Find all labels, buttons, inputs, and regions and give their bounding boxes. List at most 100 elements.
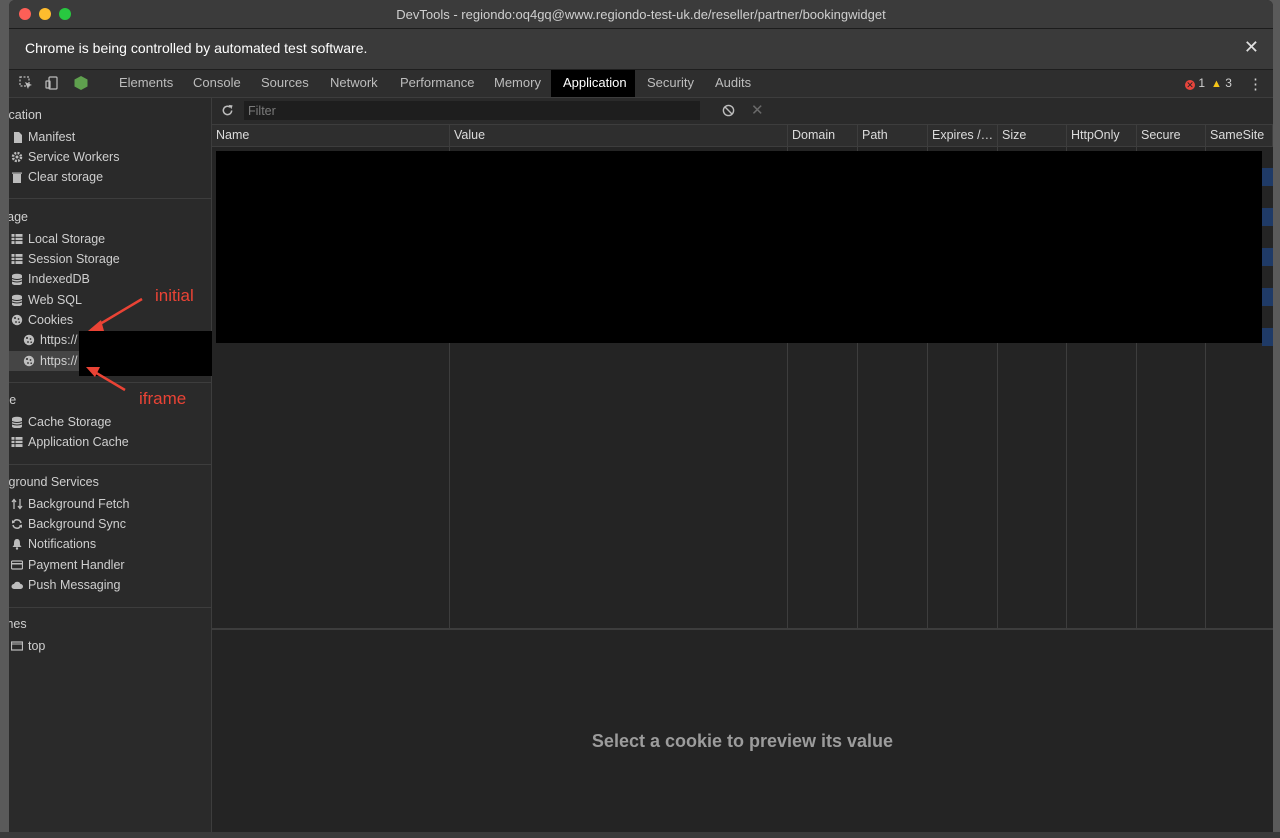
tab-sources[interactable]: Sources bbox=[249, 70, 316, 97]
warning-icon: ▲ bbox=[1211, 78, 1222, 90]
tab-memory[interactable]: Memory bbox=[482, 70, 549, 97]
column-header-domain[interactable]: Domain bbox=[788, 125, 858, 146]
grid-icon bbox=[11, 254, 23, 265]
selected-row-stripe bbox=[1262, 168, 1273, 186]
sidebar-item-top[interactable]: top bbox=[9, 636, 211, 656]
sidebar-item-label: Service Workers bbox=[28, 150, 120, 165]
database-icon bbox=[11, 294, 23, 306]
column-header-value[interactable]: Value bbox=[450, 125, 788, 146]
sidebar-item-label: Cache Storage bbox=[28, 415, 112, 429]
sidebar-item-label: top bbox=[28, 639, 46, 653]
redacted-cookie-rows bbox=[216, 151, 1262, 343]
trash-icon bbox=[12, 172, 22, 184]
cookie-icon bbox=[11, 314, 23, 325]
cookies-table-header: Name Value Domain Path Expires /… Size HttpOnl… bbox=[212, 125, 1273, 147]
column-header-expires[interactable]: Expires /… bbox=[928, 125, 998, 146]
sidebar-item-clear-storage[interactable]: Clear storage bbox=[9, 167, 211, 187]
sidebar-item-application-cache[interactable]: Application Cache bbox=[9, 432, 211, 452]
warning-count-value: 3 bbox=[1225, 76, 1232, 90]
sidebar-item-local-storage[interactable]: Local Storage bbox=[9, 229, 211, 249]
sidebar-item-notifications[interactable]: Notifications bbox=[9, 534, 211, 554]
selected-row-stripe bbox=[1262, 288, 1273, 306]
tab-audits[interactable]: Audits bbox=[703, 70, 763, 97]
window-title: DevTools - regiondo:oq4gq@www.regiondo-t… bbox=[396, 7, 886, 22]
sidebar-item-label: Clear storage bbox=[28, 170, 104, 185]
sidebar-item-label: Notifications bbox=[28, 537, 97, 552]
sidebar-item-session-storage[interactable]: Session Storage bbox=[9, 249, 211, 269]
grid-icon bbox=[11, 437, 23, 448]
sidebar-item-label: Web SQL bbox=[28, 292, 82, 307]
infobar-close-icon[interactable]: ✕ bbox=[1244, 37, 1259, 58]
refresh-icon[interactable] bbox=[221, 104, 234, 117]
cloud-icon bbox=[11, 581, 23, 589]
devtools-tabbar: Elements Console Sources Network Performance… bbox=[9, 70, 1273, 98]
sidebar-item-label: Session Storage bbox=[28, 252, 120, 267]
section-storage: orage bbox=[9, 210, 28, 224]
tab-application[interactable]: Application bbox=[551, 70, 635, 97]
section-cache: che bbox=[9, 393, 17, 407]
grid-icon bbox=[11, 234, 23, 244]
sidebar-item-label: Application Cache bbox=[28, 435, 129, 450]
column-header-name[interactable]: Name bbox=[212, 125, 450, 146]
column-header-size[interactable]: Size bbox=[998, 125, 1067, 146]
sidebar-item-label: Cookies bbox=[28, 312, 74, 327]
database-icon bbox=[11, 274, 23, 286]
sidebar-item-background-fetch[interactable]: Background Fetch bbox=[9, 494, 211, 514]
preview-splitter[interactable] bbox=[212, 628, 1273, 630]
sidebar-item-service-workers[interactable]: Service Workers bbox=[9, 147, 211, 167]
tab-security[interactable]: Security bbox=[635, 70, 701, 97]
tab-console[interactable]: Console bbox=[181, 70, 247, 97]
database-icon bbox=[11, 416, 23, 428]
sidebar-item-label: Local Storage bbox=[28, 232, 106, 246]
cookie-icon bbox=[23, 355, 35, 366]
page-background bbox=[0, 832, 1280, 838]
sync-icon bbox=[12, 519, 22, 530]
section-application: plication bbox=[9, 108, 42, 122]
section-frames: ames bbox=[9, 617, 27, 631]
divider bbox=[9, 198, 211, 199]
tab-network[interactable]: Network bbox=[318, 70, 386, 97]
cookie-origin-label: https:// bbox=[40, 333, 78, 347]
column-header-samesite[interactable]: SameSite bbox=[1206, 125, 1273, 146]
sidebar-item-push-messaging[interactable]: Push Messaging bbox=[9, 575, 211, 595]
warning-count[interactable]: ▲ 3 bbox=[1211, 76, 1232, 90]
sidebar-item-label: Payment Handler bbox=[28, 557, 125, 572]
column-header-secure[interactable]: Secure bbox=[1137, 125, 1206, 146]
more-options-icon[interactable]: ⋮ bbox=[1248, 75, 1263, 93]
document-icon bbox=[14, 132, 22, 143]
divider bbox=[9, 607, 211, 608]
application-sidebar: plication Manifest Service Workers Clear s… bbox=[9, 98, 217, 832]
sidebar-item-label: Push Messaging bbox=[28, 577, 121, 592]
selected-row-stripe bbox=[1262, 208, 1273, 226]
cookie-icon bbox=[23, 334, 35, 346]
nodejs-icon[interactable] bbox=[73, 75, 89, 91]
sidebar-item-label: Manifest bbox=[28, 130, 76, 144]
sidebar-item-label: IndexedDB bbox=[28, 272, 90, 287]
delete-selected-icon[interactable]: ✕ bbox=[751, 101, 764, 119]
annotation-initial: initial bbox=[155, 286, 194, 305]
selected-row-stripe bbox=[1262, 328, 1273, 346]
bell-icon bbox=[12, 539, 22, 551]
annotation-arrows bbox=[86, 297, 143, 392]
clear-all-icon[interactable] bbox=[722, 104, 735, 117]
device-toolbar-icon[interactable] bbox=[45, 76, 59, 90]
frame-icon bbox=[11, 641, 23, 651]
sidebar-item-manifest[interactable]: Manifest bbox=[9, 127, 211, 147]
column-header-path[interactable]: Path bbox=[858, 125, 928, 146]
error-count[interactable]: ✕ 1 bbox=[1185, 76, 1205, 90]
sidebar-item-background-sync[interactable]: Background Sync bbox=[9, 514, 211, 534]
sidebar-item-payment-handler[interactable]: Payment Handler bbox=[9, 555, 211, 575]
cookie-preview-empty-message: Select a cookie to preview its value bbox=[591, 731, 894, 751]
gear-icon bbox=[11, 151, 23, 163]
cookie-origin-label: https:// bbox=[40, 353, 78, 368]
selected-row-stripe bbox=[1262, 248, 1273, 266]
tab-performance[interactable]: Performance bbox=[388, 70, 480, 97]
automation-infobar: Chrome is being controlled by automated … bbox=[9, 29, 1273, 70]
tab-elements[interactable]: Elements bbox=[107, 70, 179, 97]
cookies-toolbar: ✕ bbox=[212, 98, 1273, 125]
filter-input[interactable] bbox=[244, 101, 700, 120]
inspect-element-icon[interactable] bbox=[19, 76, 33, 90]
column-header-httponly[interactable]: HttpOnly bbox=[1067, 125, 1137, 146]
sidebar-item-cache-storage[interactable]: Cache Storage bbox=[9, 412, 211, 432]
arrows-icon bbox=[11, 498, 23, 510]
